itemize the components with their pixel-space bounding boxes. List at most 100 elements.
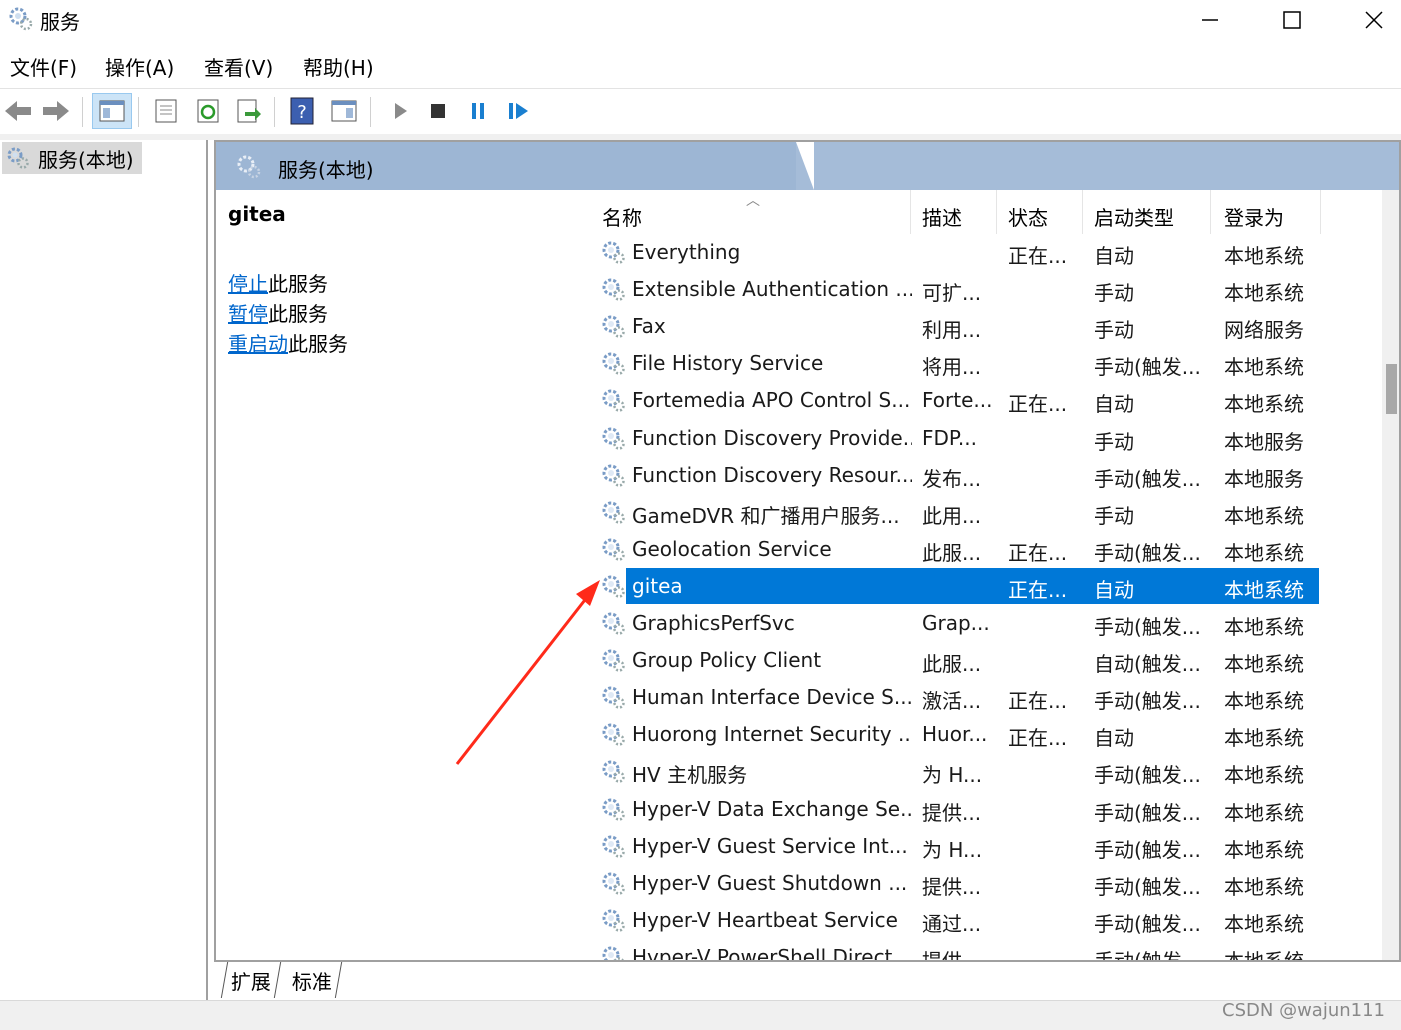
back-button[interactable] [0,93,36,129]
menu-action[interactable]: 操作(A) [105,52,174,81]
table-row[interactable]: Hyper-V Guest Service Int... 为 H... 手动(触发.… [596,828,1321,864]
service-startup-type: 自动(触发... [1094,652,1201,677]
table-row[interactable]: HV 主机服务 为 H... 手动(触发... 本地系统 [596,753,1321,789]
pause-link[interactable]: 暂停 [228,302,268,326]
gear-icon [602,946,624,960]
stop-link[interactable]: 停止 [228,272,268,296]
table-row[interactable]: Hyper-V Guest Shutdown ... 提供... 手动(触发... 本… [596,865,1321,901]
table-row[interactable]: Fax 利用... 手动 网络服务 [596,308,1321,344]
export-icon [237,99,261,123]
console-tree: 服务(本地) [0,140,208,1000]
column-header-status[interactable]: 状态 [1008,202,1048,231]
refresh-button[interactable] [190,93,226,129]
help-button[interactable]: ? [284,93,320,129]
service-startup-type: 手动(触发... [1094,355,1201,380]
gear-icon [602,686,625,709]
service-description: 可扩... [922,281,982,306]
service-status: 正在... [1008,392,1068,417]
tab-standard[interactable]: 标准 [282,962,343,998]
minimize-icon [1202,19,1218,21]
show-hide-console-tree-button[interactable] [92,93,132,129]
service-name: Human Interface Device S... [632,685,912,710]
service-name: File History Service [632,351,824,376]
column-header-name[interactable]: 名称 [602,202,642,231]
service-name: GraphicsPerfSvc [632,611,795,635]
table-row[interactable]: Hyper-V PowerShell Direct ... 提供... 手动(触发.… [596,939,1321,962]
service-log-on-as: 本地系统 [1224,281,1304,306]
service-startup-type: 手动(触发... [1094,466,1201,491]
help-icon: ? [290,97,314,125]
menu-file[interactable]: 文件(F) [10,52,77,81]
service-log-on-as: 本地系统 [1224,615,1304,639]
table-row[interactable]: GraphicsPerfSvc Grap... 手动(触发... 本地系统 [596,605,1321,641]
service-description: Huor... [922,722,988,747]
service-log-on-as: 本地系统 [1224,503,1304,528]
table-row[interactable]: Extensible Authentication ... 可扩... 手动 本地系统 [596,271,1321,307]
table-row[interactable]: Hyper-V Data Exchange Se... 提供... 手动(触发...… [596,791,1321,827]
pause-action: 暂停此服务 [228,298,328,327]
table-row[interactable]: Function Discovery Resour... 发布... 手动(触发..… [596,457,1321,493]
table-row[interactable]: Function Discovery Provide... FDP... 手动 本地服… [596,420,1321,456]
service-name: Hyper-V PowerShell Direct ... [632,944,912,962]
service-startup-type: 手动(触发... [1094,874,1201,899]
pane-title: 服务(本地) [278,158,374,182]
action-pane-button[interactable] [326,93,362,129]
service-log-on-as: 本地系统 [1224,837,1304,862]
table-row[interactable]: gitea 正在... 自动 本地系统 [596,567,1321,604]
service-log-on-as: 本地系统 [1224,355,1304,380]
restart-action: 重启动此服务 [228,328,348,357]
svg-text:?: ? [297,102,307,123]
service-description: 为 H... [922,763,983,788]
minimize-button[interactable] [1170,0,1250,40]
service-description: 为 H... [922,837,983,862]
service-name: Everything [632,240,741,264]
properties-icon [155,99,177,123]
gear-icon [602,315,625,338]
start-service-button[interactable] [382,93,418,129]
service-startup-type: 自动 [1094,244,1134,268]
table-row[interactable]: Human Interface Device S... 激活... 正在... 手动(… [596,679,1321,715]
service-description: 利用... [922,318,982,343]
gear-icon [7,147,29,169]
gear-icon [9,7,33,31]
menu-help[interactable]: 帮助(H) [303,52,374,81]
menu-view[interactable]: 查看(V) [204,52,273,81]
properties-button[interactable] [148,93,184,129]
selected-service-name: gitea [228,202,286,226]
service-description: 此用... [922,503,982,528]
pause-service-button[interactable] [460,93,496,129]
restart-service-button[interactable] [500,93,536,129]
table-row[interactable]: Group Policy Client 此服... 自动(触发... 本地系统 [596,642,1321,678]
table-row[interactable]: File History Service 将用... 手动(触发... 本地系统 [596,345,1321,381]
service-name: Group Policy Client [632,648,822,673]
restart-link[interactable]: 重启动 [228,332,288,356]
table-row[interactable]: Huorong Internet Security ... Huor... 正在..… [596,716,1321,752]
service-name: gitea [632,573,683,598]
tab-extended[interactable]: 扩展 [220,962,282,998]
gear-icon [602,278,625,301]
stop-action: 停止此服务 [228,268,328,297]
table-row[interactable]: Everything 正在... 自动 本地系统 [596,234,1321,270]
service-status: 正在... [1008,244,1068,268]
gear-icon [237,155,261,179]
table-row[interactable]: GameDVR 和广播用户服务... 此用... 手动 本地系统 [596,494,1321,530]
window-title: 服务 [40,10,80,34]
column-header-log-on-as[interactable]: 登录为 [1224,202,1284,231]
tree-item-services-local[interactable]: 服务(本地) [2,142,142,174]
maximize-button[interactable] [1252,0,1332,40]
scrollbar-thumb[interactable] [1386,364,1397,414]
stop-service-button[interactable] [420,93,456,129]
table-row[interactable]: Geolocation Service 此服... 正在... 手动(触发... 本地系… [596,531,1321,567]
service-name: Fortemedia APO Control S... [632,388,911,413]
service-startup-type: 手动(触发... [1094,689,1201,714]
service-log-on-as: 本地系统 [1224,392,1304,417]
vertical-scrollbar[interactable] [1382,190,1399,960]
table-row[interactable]: Fortemedia APO Control S... Forte... 正在...… [596,382,1321,418]
column-header-description[interactable]: 描述 [922,202,962,231]
service-name: Hyper-V Heartbeat Service [632,907,898,932]
export-list-button[interactable] [230,93,266,129]
table-row[interactable]: Hyper-V Heartbeat Service 通过... 手动(触发... 本地… [596,902,1321,938]
close-button[interactable] [1334,0,1401,40]
forward-button[interactable] [38,93,74,129]
column-header-startup-type[interactable]: 启动类型 [1094,202,1174,231]
